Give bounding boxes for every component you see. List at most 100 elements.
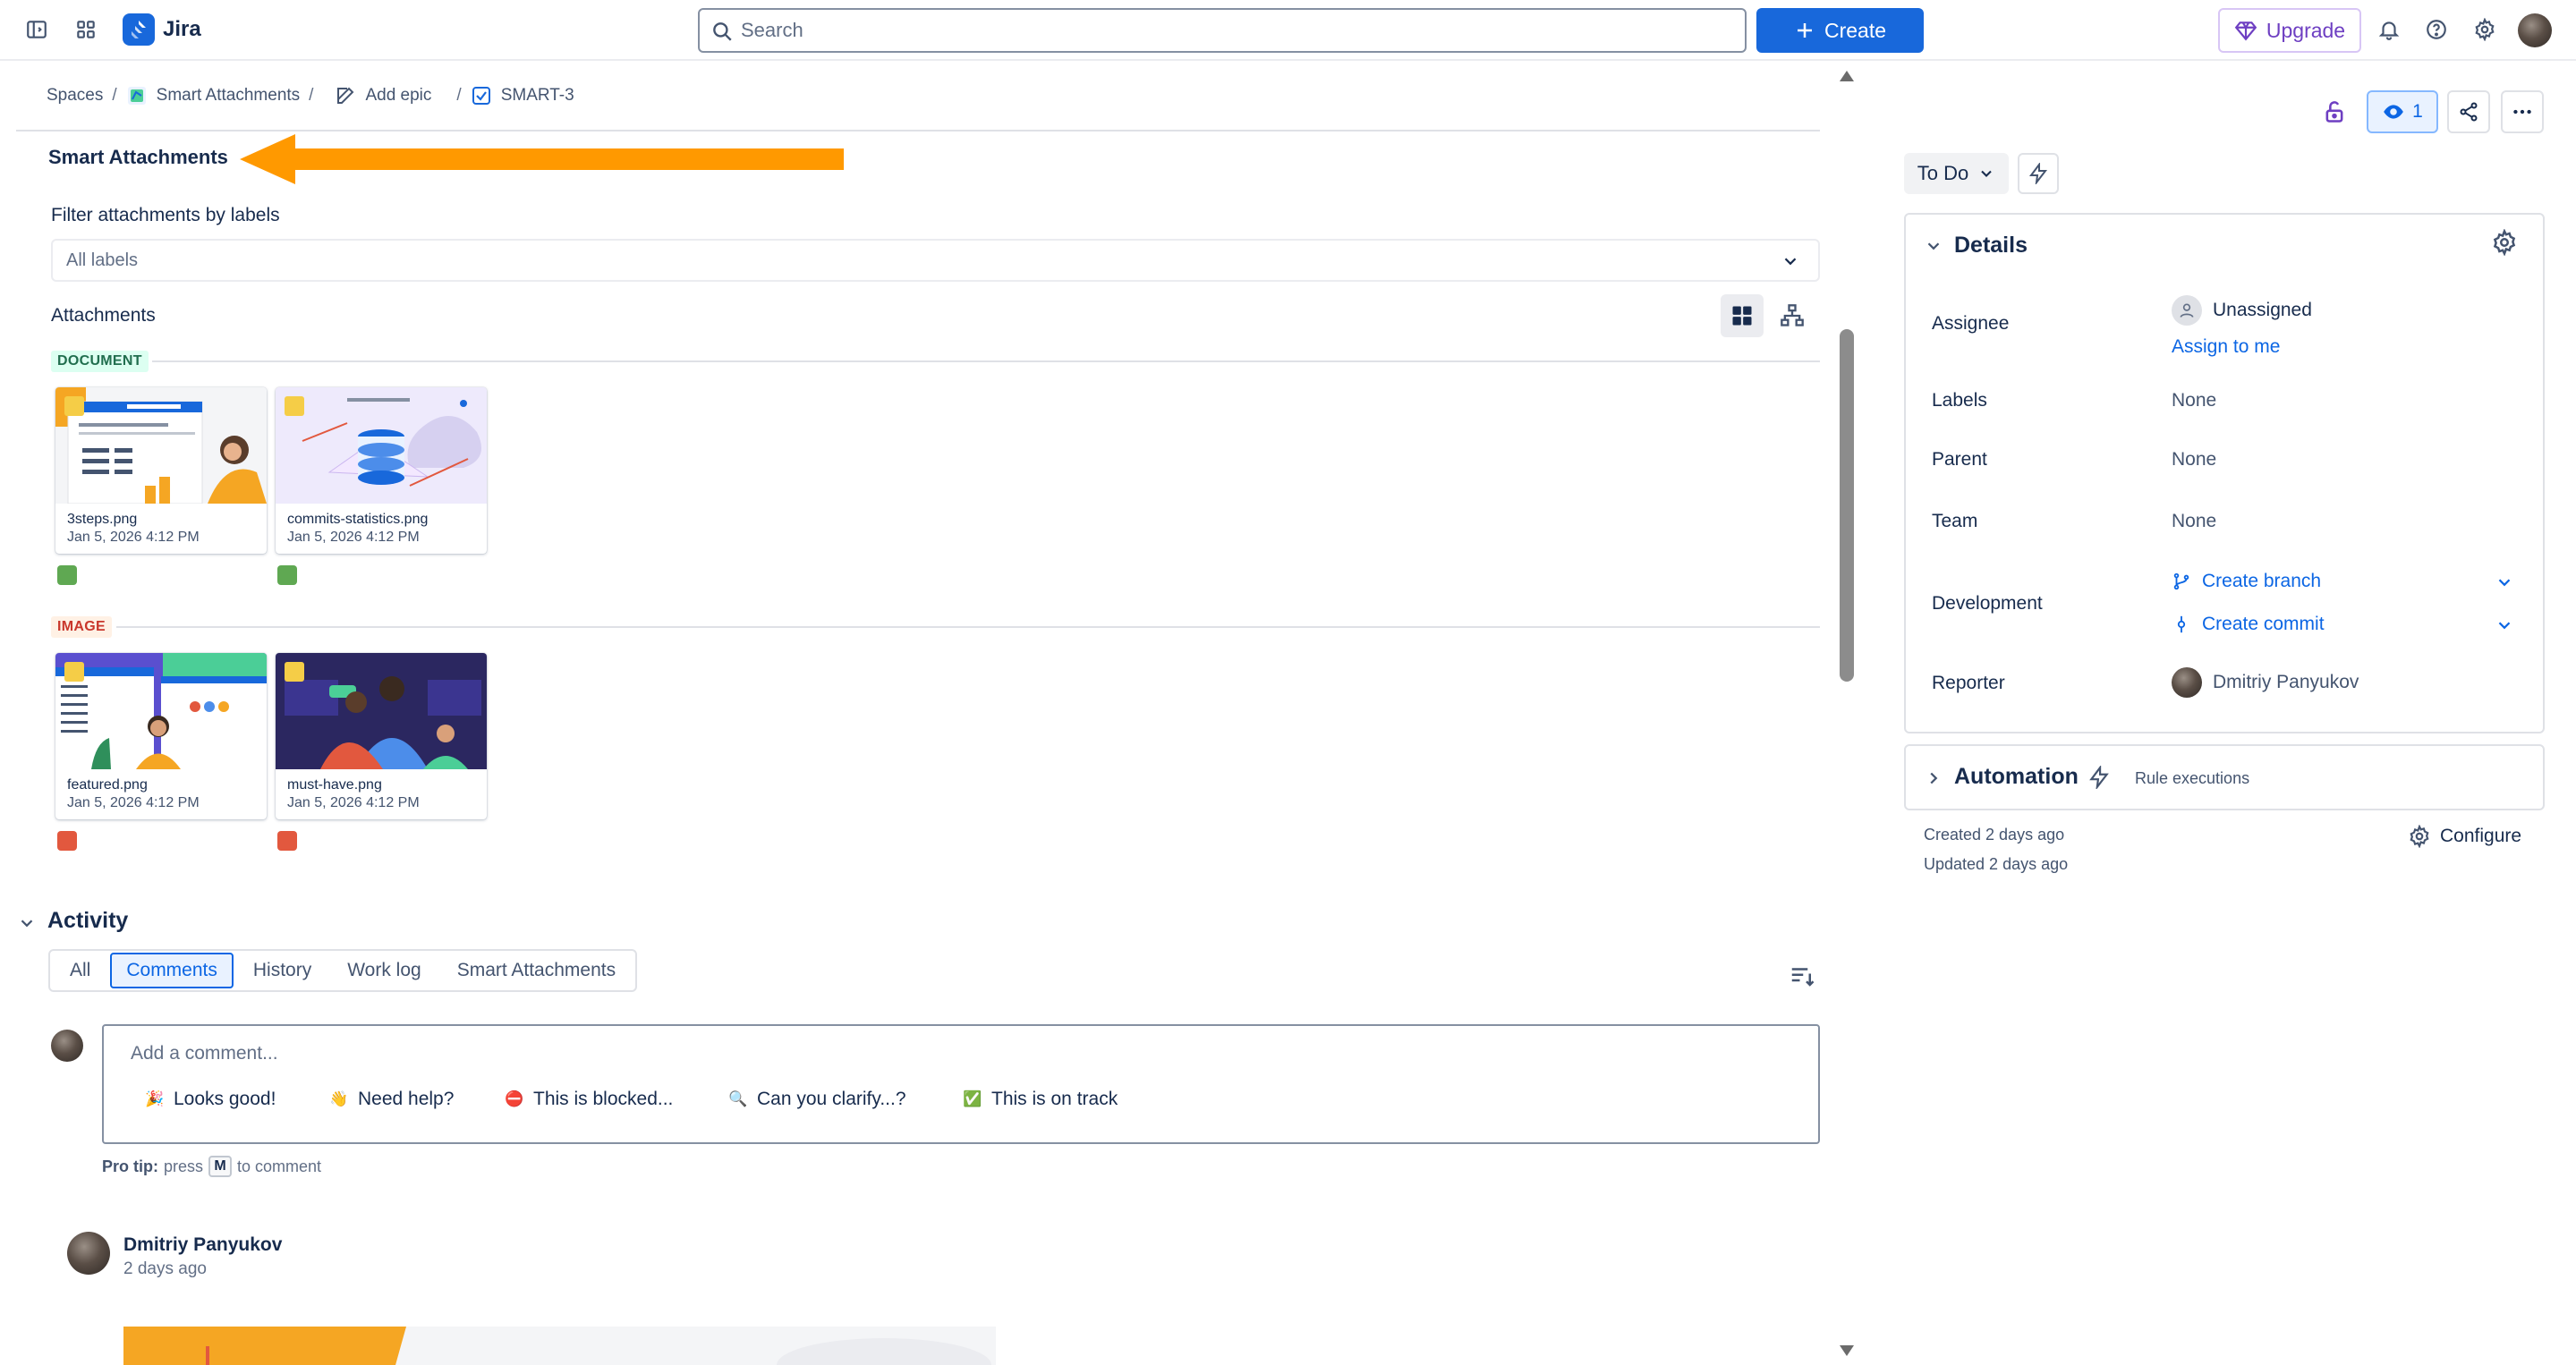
chevron-down-icon[interactable] <box>2495 572 2514 592</box>
image-type-icon <box>285 396 304 416</box>
breadcrumb-separator: / <box>112 86 117 105</box>
development-label: Development <box>1932 593 2043 614</box>
quick-reply-need-help[interactable]: 👋 Need help? <box>329 1089 454 1110</box>
tab-comments[interactable]: Comments <box>110 953 234 988</box>
automation-panel[interactable]: Automation Rule executions <box>1904 744 2545 810</box>
breadcrumb-project[interactable]: Smart Attachments <box>126 85 301 106</box>
automation-title: Automation <box>1954 764 2079 789</box>
labels-value[interactable]: None <box>2172 390 2216 411</box>
breadcrumb-separator: / <box>309 86 314 105</box>
label-color-badge[interactable] <box>57 831 77 851</box>
reporter-name: Dmitriy Panyukov <box>2213 672 2359 692</box>
sidebar-toggle-icon[interactable] <box>17 10 56 49</box>
create-button[interactable]: Create <box>1756 8 1924 53</box>
watch-button[interactable]: 1 <box>2367 90 2438 133</box>
more-icon <box>2513 109 2531 114</box>
comment-attachment-image[interactable] <box>123 1327 996 1365</box>
quick-reply-label: Looks good! <box>174 1089 276 1109</box>
filter-label: Filter attachments by labels <box>51 205 280 225</box>
breadcrumb-add-epic[interactable]: Add epic <box>335 85 431 106</box>
parent-value[interactable]: None <box>2172 449 2216 471</box>
chevron-down-icon[interactable] <box>1924 236 1943 256</box>
chevron-down-icon[interactable] <box>2495 615 2514 635</box>
status-dropdown[interactable]: To Do <box>1904 153 2009 194</box>
create-commit-link[interactable]: Create commit <box>2172 614 2325 635</box>
gear-icon[interactable] <box>2491 229 2518 256</box>
attachment-card[interactable]: must-have.png Jan 5, 2026 4:12 PM <box>276 653 487 819</box>
created-timestamp: Created 2 days ago <box>1924 826 2065 844</box>
search-placeholder: Search <box>741 19 803 41</box>
search-input[interactable]: Search <box>698 8 1747 53</box>
breadcrumb-project-label: Smart Attachments <box>156 86 301 105</box>
create-commit-label: Create commit <box>2202 614 2325 634</box>
reporter-value[interactable]: Dmitriy Panyukov <box>2172 667 2359 698</box>
attachment-card[interactable]: commits-statistics.png Jan 5, 2026 4:12 … <box>276 387 487 554</box>
breadcrumb-spaces[interactable]: Spaces <box>47 86 103 106</box>
quick-reply-label: This is blocked... <box>533 1089 674 1109</box>
grid-view-button[interactable] <box>1721 294 1764 337</box>
jira-logo-icon[interactable] <box>123 13 155 46</box>
tree-view-button[interactable] <box>1771 294 1814 337</box>
comment-author-name[interactable]: Dmitriy Panyukov <box>123 1234 282 1256</box>
comment-editor[interactable]: Add a comment... 🎉 Looks good! 👋 Need he… <box>102 1024 1820 1144</box>
settings-icon[interactable] <box>2465 10 2504 49</box>
configure-button[interactable]: Configure <box>2408 825 2521 848</box>
keyboard-shortcut-key: M <box>208 1156 233 1177</box>
quick-reply-blocked[interactable]: ⛔ This is blocked... <box>505 1089 673 1110</box>
automation-trigger-button[interactable] <box>2018 153 2059 194</box>
attachments-label: Attachments <box>51 305 156 326</box>
label-color-badge[interactable] <box>277 831 297 851</box>
scroll-down-arrow-icon[interactable] <box>1839 1344 1855 1357</box>
team-value[interactable]: None <box>2172 511 2216 532</box>
activity-tabs: All Comments History Work log Smart Atta… <box>48 949 638 992</box>
attachment-filename: 3steps.png <box>67 512 138 527</box>
tab-history[interactable]: History <box>237 953 327 988</box>
assign-to-me-link[interactable]: Assign to me <box>2172 336 2280 358</box>
attachment-card[interactable]: featured.png Jan 5, 2026 4:12 PM <box>55 653 267 819</box>
label-color-badge[interactable] <box>57 565 77 585</box>
breadcrumb-issue[interactable]: SMART-3 <box>471 85 574 106</box>
attachment-date: Jan 5, 2026 4:12 PM <box>287 795 420 810</box>
tab-smart-attachments[interactable]: Smart Attachments <box>441 953 632 988</box>
party-icon: 🎉 <box>145 1090 165 1107</box>
edit-icon <box>337 87 354 104</box>
more-actions-button[interactable] <box>2501 90 2544 133</box>
quick-reply-on-track[interactable]: ✅ This is on track <box>963 1089 1118 1110</box>
upgrade-label: Upgrade <box>2266 18 2346 42</box>
bell-icon[interactable] <box>2369 10 2409 49</box>
create-branch-link[interactable]: Create branch <box>2172 571 2321 592</box>
comment-author-avatar[interactable] <box>67 1232 110 1275</box>
rule-executions-label: Rule executions <box>2135 769 2250 787</box>
quick-reply-clarify[interactable]: 🔍 Can you clarify...? <box>728 1089 905 1110</box>
scrollbar-thumb[interactable] <box>1840 329 1854 682</box>
breadcrumb-separator: / <box>456 86 462 105</box>
watch-count: 1 <box>2412 101 2423 122</box>
assignee-value[interactable]: Unassigned <box>2172 295 2312 326</box>
share-button[interactable] <box>2447 90 2490 133</box>
create-label: Create <box>1824 18 1887 42</box>
plus-icon <box>1797 23 1812 38</box>
label-color-badge[interactable] <box>277 565 297 585</box>
tab-work-log[interactable]: Work log <box>331 953 437 988</box>
lock-icon[interactable] <box>2315 92 2354 131</box>
image-type-icon <box>64 396 84 416</box>
chevron-down-icon[interactable] <box>17 913 37 933</box>
app-switcher-icon[interactable] <box>66 10 106 49</box>
quick-reply-looks-good[interactable]: 🎉 Looks good! <box>145 1089 276 1110</box>
assignee-name: Unassigned <box>2213 300 2312 320</box>
scroll-up-arrow-icon[interactable] <box>1839 70 1855 82</box>
label-filter-select[interactable]: All labels <box>51 239 1820 282</box>
upgrade-button[interactable]: Upgrade <box>2218 8 2361 53</box>
app-name[interactable]: Jira <box>163 17 201 42</box>
attachment-filename: must-have.png <box>287 777 382 793</box>
tab-all[interactable]: All <box>54 953 106 988</box>
assignee-label: Assignee <box>1932 313 2010 334</box>
help-icon[interactable] <box>2417 10 2456 49</box>
profile-avatar[interactable] <box>2518 13 2552 47</box>
group-tag-document: DOCUMENT <box>51 351 149 372</box>
attachment-card[interactable]: 3steps.png Jan 5, 2026 4:12 PM <box>55 387 267 554</box>
group-divider <box>152 360 1820 362</box>
sort-icon[interactable] <box>1789 962 1815 989</box>
chevron-down-icon <box>1784 258 1797 266</box>
user-placeholder-icon <box>2172 295 2202 326</box>
